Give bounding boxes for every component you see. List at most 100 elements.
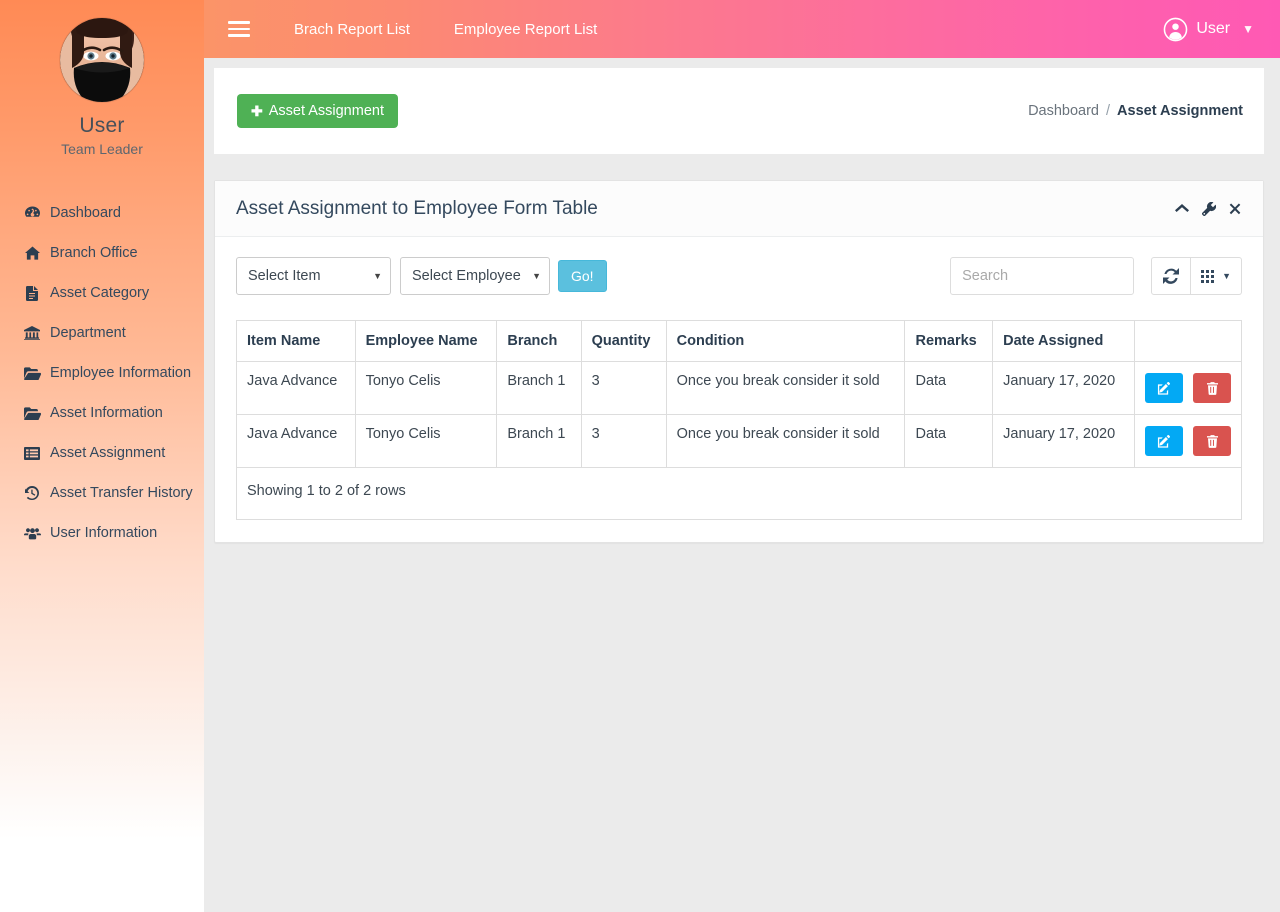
delete-row-button[interactable] (1193, 426, 1231, 456)
sidebar-item-asset-transfer-history[interactable]: Asset Transfer History (0, 473, 204, 513)
nav-link-branch-report-list[interactable]: Brach Report List (294, 21, 410, 38)
trash-icon (1206, 434, 1218, 448)
chevron-up-icon[interactable] (1175, 203, 1189, 214)
columns-button[interactable]: ▼ (1191, 257, 1242, 295)
cell-actions (1133, 361, 1243, 415)
cell-actions (1133, 414, 1243, 468)
select-item-wrapper: Select Item ▼ (236, 257, 391, 295)
cell-remarks: Data (904, 414, 994, 468)
sidebar-menu: Dashboard Branch Office Asset Category D… (0, 193, 204, 553)
edit-row-button[interactable] (1144, 426, 1183, 456)
column-header-item-name[interactable]: Item Name (236, 320, 356, 362)
refresh-icon (1163, 268, 1180, 284)
avatar (60, 18, 144, 102)
sidebar-item-asset-category[interactable]: Asset Category (0, 273, 204, 313)
sidebar-item-label: Asset Transfer History (50, 485, 193, 501)
cell-branch: Branch 1 (496, 414, 582, 468)
table-wrapper: Item Name Employee Name Branch Quantity … (236, 320, 1243, 520)
cell-condition: Once you break consider it sold (665, 414, 906, 468)
cell-branch: Branch 1 (496, 361, 582, 415)
cell-item-name: Java Advance (236, 414, 356, 468)
wrench-icon[interactable] (1202, 201, 1216, 216)
sidebar-item-asset-information[interactable]: Asset Information (0, 393, 204, 433)
table-toolbar: Select Item ▼ Select Employee ▼ Go! Sear… (236, 257, 1242, 295)
trash-icon (1206, 381, 1218, 395)
column-header-employee-name[interactable]: Employee Name (354, 320, 498, 362)
go-button[interactable]: Go! (558, 260, 607, 292)
cell-date-assigned: January 17, 2020 (992, 361, 1135, 415)
panel-tools (1175, 201, 1241, 216)
user-circle-icon (1163, 17, 1188, 42)
grid-icon (1201, 269, 1216, 283)
nav-link-employee-report-list[interactable]: Employee Report List (454, 21, 597, 38)
add-asset-assignment-button[interactable]: ✚ Asset Assignment (237, 93, 398, 129)
table-row: Java Advance Tonyo Celis Branch 1 3 Once… (236, 414, 1243, 468)
cell-employee-name: Tonyo Celis (354, 414, 498, 468)
table-foot: Showing 1 to 2 of 2 rows (236, 467, 1242, 520)
sidebar-item-employee-information[interactable]: Employee Information (0, 353, 204, 393)
sidebar-item-department[interactable]: Department (0, 313, 204, 353)
list-alt-icon (22, 446, 42, 460)
column-header-branch[interactable]: Branch (496, 320, 582, 362)
table-row: Java Advance Tonyo Celis Branch 1 3 Once… (236, 361, 1243, 415)
sidebar-item-label: Employee Information (50, 365, 192, 381)
folder-open-icon (22, 406, 42, 420)
bank-icon (22, 326, 42, 340)
navbar-user-name: User (1196, 20, 1231, 37)
sidebar-item-label: User Information (50, 525, 158, 541)
column-header-condition[interactable]: Condition (665, 320, 906, 362)
sidebar-item-label: Asset Information (50, 405, 163, 421)
sidebar-item-asset-assignment[interactable]: Asset Assignment (0, 433, 204, 473)
refresh-button[interactable] (1151, 257, 1192, 295)
sidebar-item-branch-office[interactable]: Branch Office (0, 233, 204, 273)
chevron-down-icon: ▼ (1242, 22, 1254, 36)
table-head: Item Name Employee Name Branch Quantity … (236, 320, 1243, 362)
sidebar-profile: User Team Leader (0, 0, 204, 157)
delete-row-button[interactable] (1193, 373, 1231, 403)
table-toolbar-right: ▼ (950, 257, 1242, 295)
cell-date-assigned: January 17, 2020 (992, 414, 1135, 468)
select-item-dropdown[interactable]: Select Item (236, 257, 391, 295)
sidebar-user-name: User (79, 114, 125, 137)
table-tool-buttons: ▼ (1151, 257, 1242, 295)
select-employee-dropdown[interactable]: Select Employee (400, 257, 550, 295)
table-header-row: Item Name Employee Name Branch Quantity … (236, 320, 1243, 362)
breadcrumb-separator: / (1106, 103, 1111, 119)
cell-employee-name: Tonyo Celis (354, 361, 498, 415)
asset-assignment-table: Item Name Employee Name Branch Quantity … (236, 320, 1243, 520)
dashboard-icon (22, 206, 42, 220)
panel-header: Asset Assignment to Employee Form Table (215, 181, 1263, 237)
asset-assignment-panel: Asset Assignment to Employee Form Table (214, 180, 1264, 543)
sidebar-user-role: Team Leader (61, 141, 143, 157)
edit-row-button[interactable] (1144, 373, 1183, 403)
navbar-user-menu[interactable]: User ▼ (1163, 17, 1254, 42)
breadcrumb: Dashboard / Asset Assignment (1028, 103, 1243, 119)
sidebar-item-dashboard[interactable]: Dashboard (0, 193, 204, 233)
column-header-actions (1133, 320, 1243, 362)
main-content: ✚ Asset Assignment Dashboard / Asset Ass… (204, 58, 1280, 912)
cell-condition: Once you break consider it sold (665, 361, 906, 415)
table-body: Java Advance Tonyo Celis Branch 1 3 Once… (236, 361, 1243, 468)
column-header-quantity[interactable]: Quantity (580, 320, 667, 362)
search-input[interactable] (950, 257, 1135, 295)
breadcrumb-current: Asset Assignment (1117, 103, 1243, 119)
history-icon (22, 486, 42, 500)
edit-pencil-icon (1157, 381, 1171, 395)
page-action-bar: ✚ Asset Assignment Dashboard / Asset Ass… (214, 68, 1264, 154)
cell-item-name: Java Advance (236, 361, 356, 415)
column-header-date-assigned[interactable]: Date Assigned (992, 320, 1135, 362)
breadcrumb-dashboard[interactable]: Dashboard (1028, 103, 1099, 119)
cell-quantity: 3 (580, 361, 667, 415)
file-text-icon (22, 285, 42, 301)
sidebar-item-user-information[interactable]: User Information (0, 513, 204, 553)
sidebar-item-label: Asset Category (50, 285, 150, 301)
close-icon[interactable] (1229, 203, 1241, 215)
hamburger-icon[interactable] (228, 21, 250, 37)
sidebar: User Team Leader Dashboard Branch Office (0, 0, 204, 912)
plus-icon: ✚ (251, 103, 263, 119)
column-header-remarks[interactable]: Remarks (904, 320, 994, 362)
top-navbar: Brach Report List Employee Report List U… (204, 0, 1280, 58)
sidebar-item-label: Asset Assignment (50, 445, 166, 461)
chevron-down-icon: ▼ (1222, 271, 1231, 281)
add-asset-assignment-label: Asset Assignment (268, 102, 384, 119)
